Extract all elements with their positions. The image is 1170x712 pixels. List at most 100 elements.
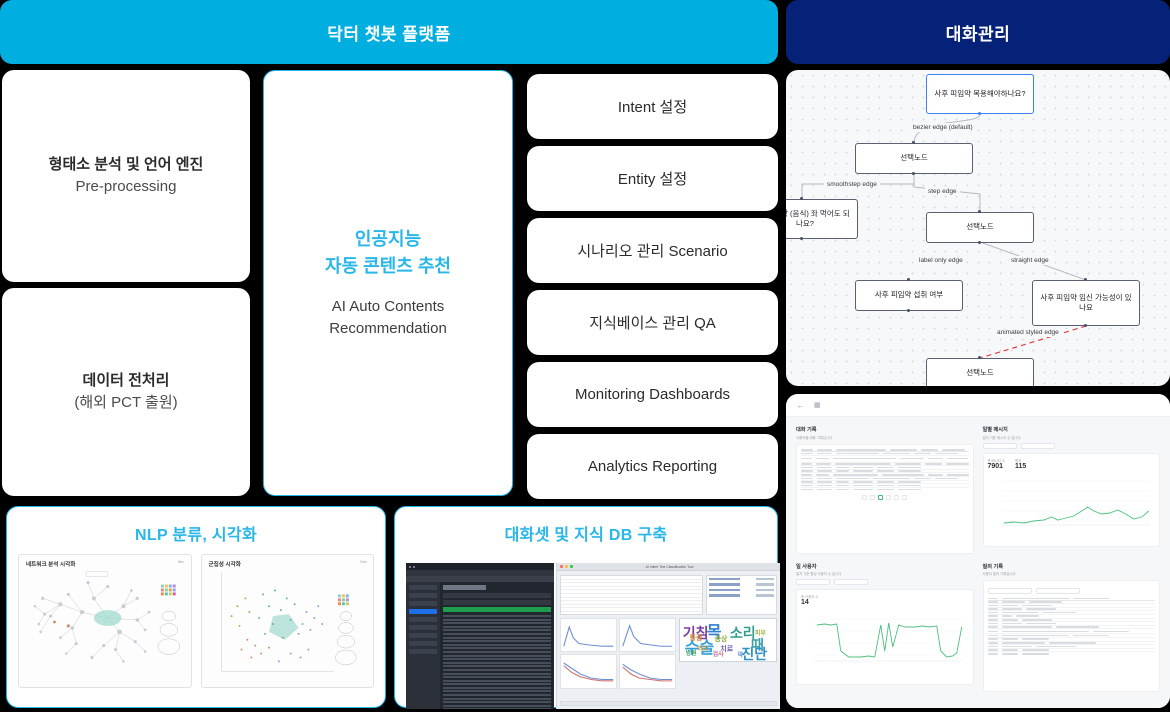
feature-label: Monitoring Dashboards [574, 386, 731, 403]
grid-menu-icon[interactable]: ▦ [814, 402, 822, 409]
query-filter-row[interactable] [987, 588, 1156, 594]
mac-window-statusbar [560, 701, 777, 706]
flow-handle[interactable] [1084, 278, 1087, 281]
feature-analytics-reporting[interactable]: Analytics Reporting [527, 434, 778, 499]
flow-handle[interactable] [800, 197, 803, 200]
feature-label: 지식베이스 관리 QA [589, 315, 716, 332]
ide-input-row[interactable] [443, 600, 551, 605]
edge-label-step: step edge [925, 187, 960, 196]
thumb-cluster-title: 군집성 시각화 [208, 562, 241, 568]
card-preprocessing-engine[interactable]: 형태소 분석 및 언어 엔진 Pre-processing [2, 70, 250, 282]
ide-active-row [443, 607, 551, 612]
feature-monitoring-dashboards[interactable]: Monitoring Dashboards [527, 362, 778, 427]
card-ai-auto-contents[interactable]: 인공지능 자동 콘텐츠 추천 AI Auto Contents Recommen… [263, 70, 513, 496]
ide-main-pane [440, 582, 554, 709]
feature-scenario-management[interactable]: 시나리오 관리 Scenario [527, 218, 778, 283]
thumb-cluster-corner: filter [360, 560, 367, 564]
flow-handle[interactable] [978, 112, 981, 115]
wordcloud-word: 피부 [754, 630, 766, 637]
flow-handle[interactable] [978, 210, 981, 213]
feature-entity-setting[interactable]: Entity 설정 [527, 146, 778, 211]
flow-node-question-root[interactable]: 사후 피임약 복용해야하나요? [926, 74, 1034, 114]
flow-handle[interactable] [978, 356, 981, 359]
thumb-network-title: 네트워크 분석 시각화 [26, 562, 76, 568]
thumb-network-analysis[interactable]: 네트워크 분석 시각화 filter [18, 554, 192, 688]
dashboard-section-daily-users: 일 사용자 일자 기준 활성 사용자 수 입니다. 총 사용자 수 14 [796, 563, 974, 693]
daily-message-line-chart [1001, 480, 1150, 525]
flow-handle[interactable] [907, 309, 910, 312]
flow-handle[interactable] [1084, 324, 1087, 327]
flow-handle[interactable] [907, 278, 910, 281]
section-subtext: 사용자 질의 기록입니다. [982, 572, 1017, 576]
chat-log-pagination[interactable] [801, 495, 969, 501]
flow-node-question-food[interactable]: 임약이랑 (음식) 좌 먹어도 되나요? [786, 199, 858, 239]
flow-node-pregnancy-possibility[interactable]: 사후 피임약 임신 가능성이 있나요 [1032, 280, 1140, 326]
classification-table[interactable] [560, 575, 703, 615]
wordcloud-word: 약 [737, 652, 744, 659]
ai-subtitle-line1: AI Auto Contents [331, 298, 445, 316]
panel-dialogue-knowledge-db[interactable]: 대화셋 및 지식 DB 구축 AI Intent Text Classifica… [394, 506, 780, 709]
mac-window-title: AI Intent Text Classification Tool [645, 564, 694, 569]
wordcloud-word: 증상 [714, 635, 728, 643]
wordcloud-word: 병원 [685, 650, 697, 657]
flow-node-label: 선택노드 [966, 222, 994, 232]
header-conversation-label: 대화관리 [945, 24, 1011, 44]
flow-handle[interactable] [912, 141, 915, 144]
flow-handle[interactable] [978, 241, 981, 244]
kpi-label: 총 메시지 수 [987, 458, 1005, 463]
ide-sidebar[interactable] [406, 582, 440, 709]
flow-handle[interactable] [800, 237, 803, 240]
feature-label: Analytics Reporting [587, 458, 718, 475]
flow-node-label: 사후 피임약 복용해야하나요? [934, 88, 1026, 98]
chat-log-table[interactable] [796, 443, 974, 554]
infographic-root: 닥터 챗봇 플랫폼 대화관리 형태소 분석 및 언어 엔진 Pre-proces… [0, 0, 1170, 712]
dashboard-body: 대화 기록 사용자별 대화 기록입니다. 일별 메시지 일자 기준 메시지 수 … [786, 417, 1170, 708]
classification-stats [705, 575, 777, 615]
ide-input-row[interactable] [443, 593, 551, 598]
mac-window-body: 기침 목 소리 때 수술 진단 증상 통증 치료 병원 검사 약 피부 머리 [557, 572, 780, 709]
card-preprocessing-engine-en: Pre-processing [75, 178, 177, 195]
ai-title-line2: 자동 콘텐츠 추천 [325, 256, 451, 277]
date-range-picker[interactable] [796, 579, 974, 585]
feature-knowledge-base-qa[interactable]: 지식베이스 관리 QA [527, 290, 778, 355]
feature-label: Intent 설정 [617, 99, 688, 116]
flow-node-label: 사후 피임약 임신 가능성이 있나요 [1040, 292, 1132, 312]
flow-node-select-2[interactable]: 선택노드 [926, 212, 1034, 243]
edge-label-animated: animated styled edge [994, 328, 1062, 337]
card-preprocessing-engine-kr: 형태소 분석 및 언어 엔진 [48, 156, 204, 174]
date-range-picker[interactable] [982, 442, 1161, 449]
card-data-preprocessing[interactable]: 데이터 전처리 (해외 PCT 출원) [2, 288, 250, 496]
flow-node-label: 선택노드 [900, 153, 928, 163]
flow-node-select-3[interactable]: 선택노드 [926, 358, 1034, 386]
screenshot-intent-classification-tool[interactable]: AI Intent Text Classification Tool 기침 목 … [556, 563, 780, 709]
flow-node-select-1[interactable]: 선택노드 [855, 143, 973, 174]
flow-node-intake-status[interactable]: 사후 피임약 섭취 여부 [855, 280, 963, 311]
daily-message-chart-box: 총 메시지 수 7901 평균 115 [982, 452, 1160, 547]
ai-title-line1: 인공지능 [354, 229, 422, 250]
wordcloud: 기침 목 소리 때 수술 진단 증상 통증 치료 병원 검사 약 피부 머리 [678, 618, 777, 662]
screenshot-annotation-ide[interactable] [406, 563, 554, 709]
edge-label-straight: straight edge [1008, 256, 1052, 265]
section-subtext: 일자 기준 메시지 수 입니다. [982, 435, 1022, 440]
section-subtext: 사용자별 대화 기록입니다. [796, 435, 834, 440]
back-arrow-icon[interactable]: ← [796, 400, 805, 410]
flow-handle[interactable] [912, 172, 915, 175]
section-heading: 질의 기록 [982, 563, 1004, 570]
panel-dashboard[interactable]: ← ▦ 대화 기록 사용자별 대화 기록입니다. 일별 메시지 일자 기준 메시… [786, 394, 1170, 708]
section-heading: 일별 메시지 [982, 427, 1008, 433]
header-platform: 닥터 챗봇 플랫폼 [0, 0, 778, 64]
network-graph-svg [33, 571, 180, 663]
panel-flowchart[interactable]: 사후 피임약 복용해야하나요? 선택노드 임약이랑 (음식) 좌 먹어도 되나요… [786, 70, 1170, 386]
thumb-cluster-visualization[interactable]: 군집성 시각화 filter [200, 554, 374, 688]
feature-intent-setting[interactable]: Intent 설정 [527, 74, 778, 139]
wordcloud-word: 통증 [689, 634, 703, 642]
panel-nlp-visualization[interactable]: NLP 분류, 시각화 네트워크 분석 시각화 filter 군집성 시각화 f… [6, 506, 386, 708]
query-log-table[interactable] [982, 580, 1160, 692]
dashboard-section-query-log: 질의 기록 사용자 질의 기록입니다. [982, 563, 1160, 692]
kpi-value: 115 [1014, 462, 1027, 470]
ide-heading [443, 585, 487, 590]
card-data-preprocessing-kr: 데이터 전처리 [82, 372, 170, 390]
cluster-scatter-svg [221, 572, 356, 672]
ai-subtitle-line2: Recommendation [329, 320, 447, 337]
dashboard-topbar: ← ▦ [786, 394, 1170, 417]
